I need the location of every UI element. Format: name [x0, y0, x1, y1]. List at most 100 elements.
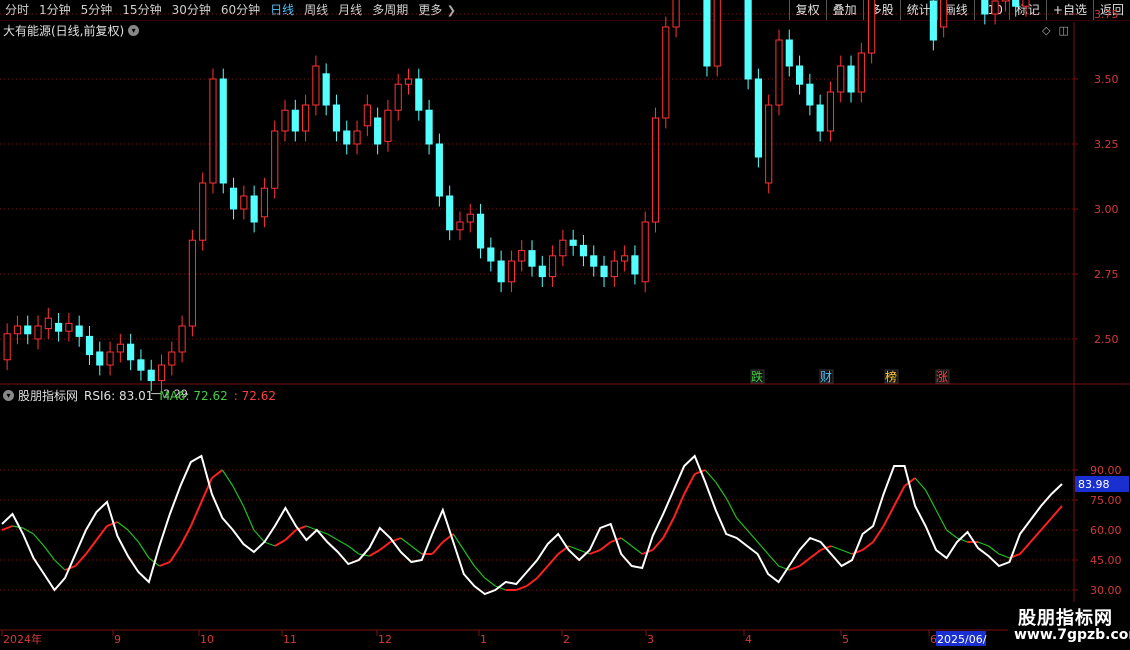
tool-button-8[interactable]: 返回 [1092, 0, 1130, 20]
timeframe-tab-5[interactable]: 60分钟 [216, 0, 265, 20]
ma6-line-segment [117, 521, 129, 531]
candle-body [312, 65, 320, 106]
x-tick-label: 5 [842, 633, 849, 646]
ma6-line-segment [43, 545, 55, 561]
ma6-line-segment [589, 549, 601, 555]
date-cursor-badge [936, 631, 986, 646]
candle-body [116, 343, 124, 353]
timeframe-tab-4[interactable]: 30分钟 [167, 0, 216, 20]
candle-body [199, 182, 207, 241]
ma6-line-segment [620, 537, 633, 547]
ma6-line-segment [851, 549, 863, 555]
candle-body [353, 130, 361, 145]
tool-button-1[interactable]: 叠加 [825, 0, 863, 20]
ma6-line-segment [85, 539, 98, 555]
candle-body [765, 104, 773, 184]
candle-body [785, 39, 793, 67]
ma6-line-segment [358, 553, 370, 557]
ma6-line-segment [809, 549, 822, 559]
tool-button-0[interactable]: 复权 [788, 0, 826, 20]
ma6-line-segment [799, 557, 811, 567]
ma6-line-segment [1029, 529, 1042, 543]
candle-body [621, 255, 629, 262]
timeframe-tab-10[interactable]: 更多 ❯ [413, 0, 461, 21]
timeframe-tab-7[interactable]: 周线 [299, 0, 333, 20]
ma6-line-segment [526, 577, 538, 587]
ma6-line-segment [400, 537, 412, 547]
event-tag-box [750, 369, 765, 384]
stock-chart[interactable]: 4.802.29 4.504.254.003.753.503.253.002.7… [0, 0, 1130, 650]
candle-body [384, 109, 392, 142]
ma6-line-segment [22, 527, 34, 535]
toolbar-buttons: 复权 叠加 多股 统计 画线 F10 标记 +自选 返回 [788, 0, 1130, 20]
x-tick-label: 1 [480, 633, 487, 646]
timeframe-tabs: 分时 1分钟 5分钟 15分钟 30分钟 60分钟 日线 周线 月线 多周期 更多 ❯ [0, 0, 461, 21]
candle-body [415, 78, 423, 111]
rsi-value-label: RSI6: 83.01 [84, 388, 154, 403]
candle-body [271, 130, 279, 189]
candle-body [302, 104, 310, 132]
ma6-line-segment [232, 485, 244, 507]
ma6-line-segment [599, 541, 612, 551]
ma6-line-segment [914, 477, 927, 491]
ma6-line-segment [841, 549, 853, 555]
timeframe-tab-3[interactable]: 15分钟 [117, 0, 166, 20]
timeframe-tab-6[interactable]: 日线 [265, 0, 299, 20]
tool-button-3[interactable]: 统计 [899, 0, 937, 20]
tool-button-7[interactable]: +自选 [1045, 0, 1093, 20]
event-tag-box [935, 369, 950, 384]
candle-body [13, 325, 22, 335]
price-axis: 4.504.254.003.753.503.253.002.752.50 [1074, 8, 1119, 346]
candle-body [343, 130, 351, 145]
price-tick-label: 3.00 [1094, 203, 1119, 216]
timeframe-tab-9[interactable]: 多周期 [367, 0, 413, 20]
tool-button-4[interactable]: 画线 [936, 0, 974, 20]
candle-body [44, 317, 52, 330]
candle-body [847, 65, 855, 93]
candle-body [322, 73, 330, 106]
price-tick-label: 2.75 [1094, 268, 1119, 281]
candle-body [188, 239, 196, 327]
ma6-line-segment [704, 469, 717, 483]
price-tick-label: 3.50 [1094, 73, 1119, 86]
panel-toggle-icon[interactable]: ◫ [1058, 24, 1068, 37]
candle-body [96, 351, 104, 366]
indicator-dropdown-chevron-icon[interactable]: ▾ [3, 390, 14, 401]
title-dropdown-chevron-icon[interactable]: ▾ [128, 25, 140, 36]
candle-body [229, 187, 238, 210]
timeframe-tab-1[interactable]: 1分钟 [34, 0, 76, 20]
ma6-line-segment [557, 545, 570, 555]
ma6-line-segment [274, 539, 286, 547]
ma6-line-segment [295, 525, 307, 531]
candle-body [857, 52, 865, 93]
tool-button-6[interactable]: 标记 [1008, 0, 1046, 20]
diamond-icon[interactable]: ◇ [1042, 24, 1050, 37]
ma6-line-segment [515, 585, 528, 591]
timeframe-tab-8[interactable]: 月线 [333, 0, 367, 20]
candle-body [559, 239, 567, 257]
rsi-tick-label: 30.00 [1090, 584, 1122, 597]
ma6-line-segment [189, 501, 203, 527]
ma6-line-segment [368, 549, 381, 557]
candle-body [394, 83, 402, 111]
x-tick-label: 12 [378, 633, 392, 646]
ma6-line-segment [242, 505, 255, 531]
ma6-line-segment [746, 529, 759, 543]
candle-body [600, 265, 608, 278]
timeframe-tab-0[interactable]: 分时 [0, 0, 34, 20]
tool-button-2[interactable]: 多股 [862, 0, 900, 20]
candle-body [219, 78, 227, 184]
ma6-line-segment [925, 489, 937, 511]
ma6-line-segment [74, 553, 87, 567]
rsi-tick-label: 60.00 [1090, 524, 1122, 537]
ma6-line-segment [452, 533, 465, 551]
indicator-name: 股朋指标网 [18, 389, 79, 403]
timeframe-tab-2[interactable]: 5分钟 [76, 0, 118, 20]
rsi-tick-label: 45.00 [1090, 554, 1122, 567]
tool-button-5[interactable]: F10 [973, 0, 1009, 20]
ma6-line-segment [977, 541, 989, 547]
event-tag: 涨 [936, 369, 948, 384]
event-tag: 财 [820, 370, 832, 384]
x-tick-label: 2 [563, 633, 570, 646]
candle-body [816, 104, 824, 132]
